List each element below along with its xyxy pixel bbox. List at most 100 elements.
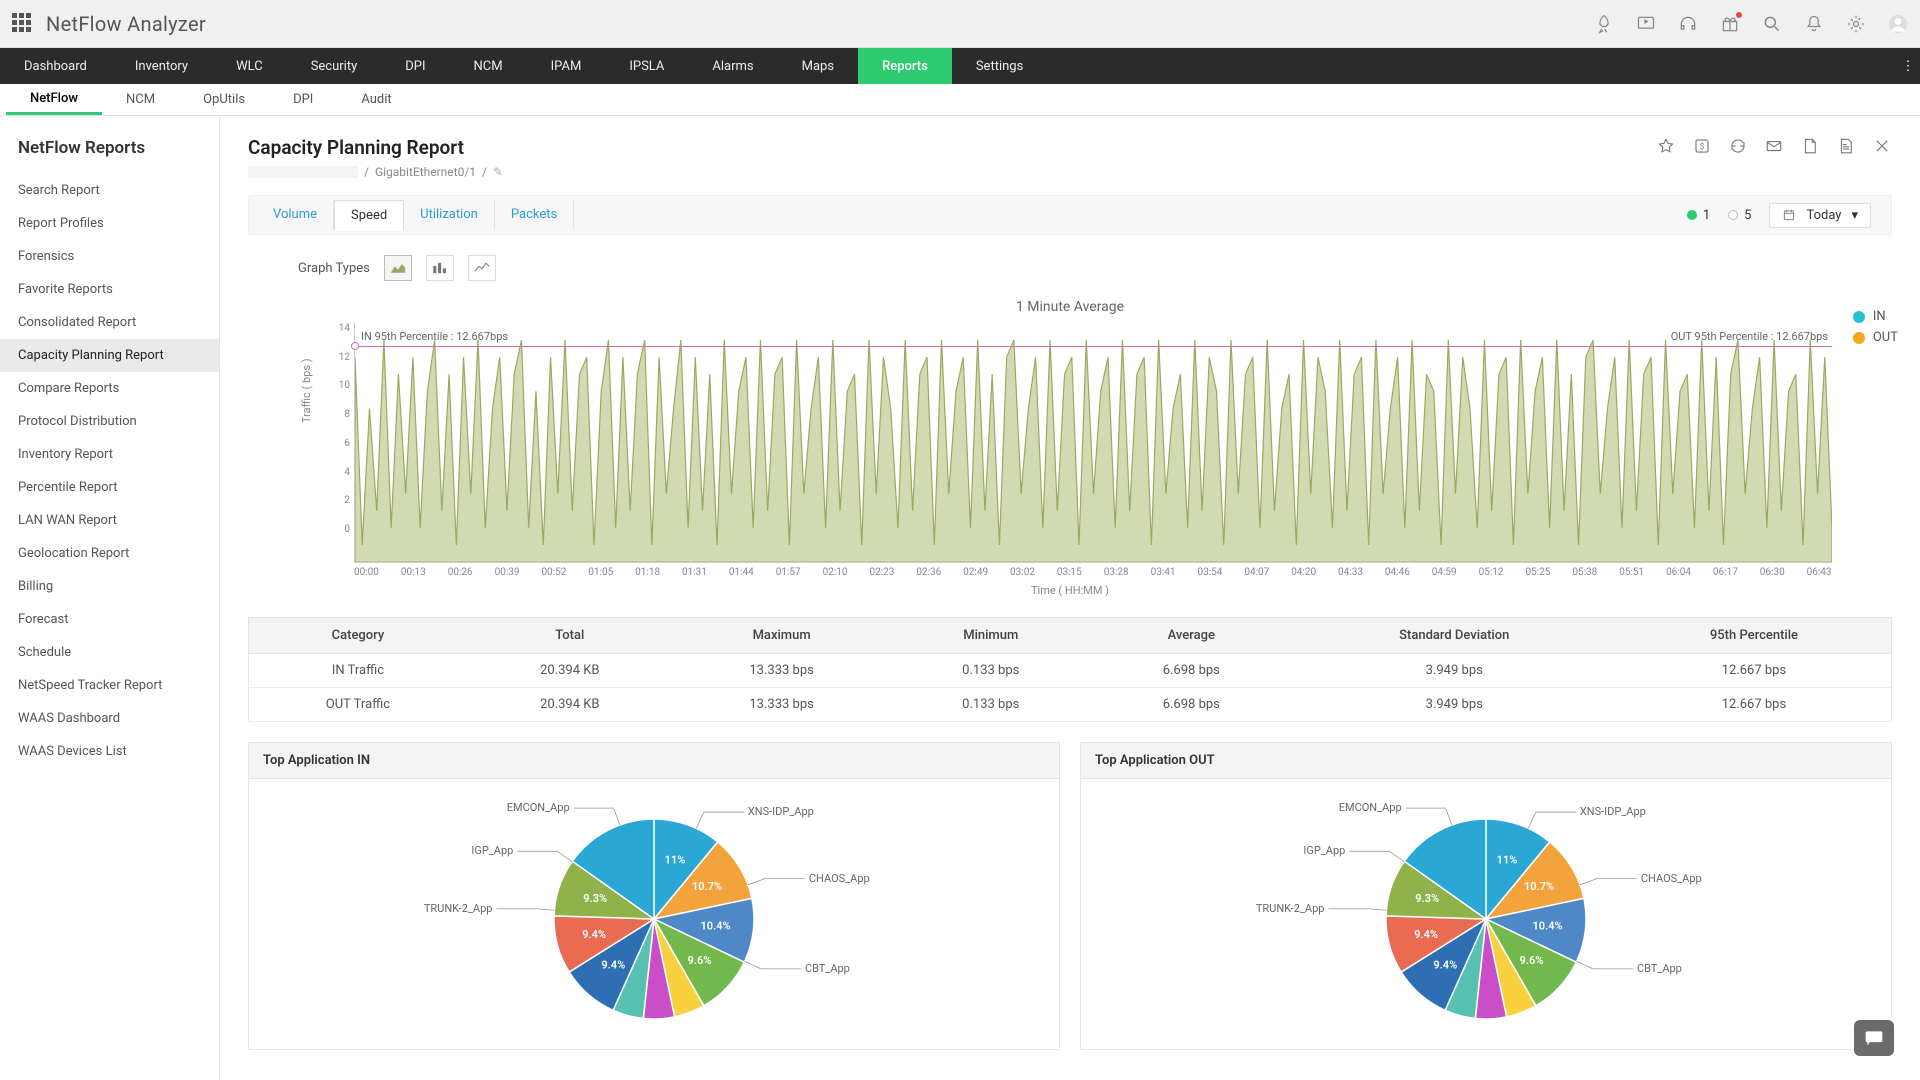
pie-slice-label: EMCON_App — [1339, 801, 1402, 814]
nav2-item-audit[interactable]: Audit — [337, 84, 415, 115]
report-metric-tabs: VolumeSpeedUtilizationPackets 1 5 Today … — [248, 195, 1892, 235]
sidebar-item-billing[interactable]: Billing — [0, 570, 219, 603]
edit-pencil-icon[interactable]: ✎ — [493, 165, 503, 179]
svg-text:10.7%: 10.7% — [692, 880, 722, 893]
graph-type-area-button[interactable] — [384, 255, 412, 281]
sidebar-item-report-profiles[interactable]: Report Profiles — [0, 207, 219, 240]
sample-badge-5[interactable]: 5 — [1728, 208, 1751, 223]
graph-type-bar-button[interactable] — [426, 255, 454, 281]
in-95th-label: IN 95th Percentile : 12.667bps — [361, 330, 508, 343]
date-range-label: Today — [1806, 208, 1841, 223]
table-header: 95th Percentile — [1617, 618, 1892, 654]
nav1-item-dashboard[interactable]: Dashboard — [0, 48, 111, 84]
rocket-icon[interactable] — [1594, 14, 1614, 34]
sidebar-item-forecast[interactable]: Forecast — [0, 603, 219, 636]
breadcrumb-interface: GigabitEthernet0/1 — [375, 165, 476, 179]
chart-title: 1 Minute Average — [308, 299, 1832, 315]
nav1-item-alarms[interactable]: Alarms — [688, 48, 777, 84]
svg-text:9.3%: 9.3% — [583, 892, 607, 905]
nav1-item-ipam[interactable]: IPAM — [527, 48, 606, 84]
chart-plot-area[interactable]: IN 95th Percentile : 12.667bps OUT 95th … — [354, 323, 1832, 563]
topbar: NetFlow Analyzer — [0, 0, 1920, 48]
sidebar-item-percentile-report[interactable]: Percentile Report — [0, 471, 219, 504]
calendar-icon — [1782, 208, 1796, 222]
table-header: Total — [467, 618, 673, 654]
sidebar-item-consolidated-report[interactable]: Consolidated Report — [0, 306, 219, 339]
close-icon[interactable] — [1872, 136, 1892, 156]
pie-slice-label: TRUNK-2_App — [1256, 902, 1325, 915]
csv-icon[interactable] — [1836, 136, 1856, 156]
nav-overflow-icon[interactable]: ⋮ — [1896, 48, 1920, 84]
avatar-icon[interactable] — [1888, 14, 1908, 34]
nav1-item-ipsla[interactable]: IPSLA — [605, 48, 688, 84]
chart-x-label: Time ( HH:MM ) — [308, 584, 1832, 597]
nav2-item-dpi[interactable]: DPI — [269, 84, 337, 115]
pie-slice-label: CBT_App — [1637, 962, 1682, 975]
chat-fab-button[interactable] — [1854, 1020, 1894, 1056]
svg-text:9.3%: 9.3% — [1415, 892, 1439, 905]
nav1-item-maps[interactable]: Maps — [778, 48, 858, 84]
metric-tab-volume[interactable]: Volume — [257, 200, 334, 230]
sidebar-item-favorite-reports[interactable]: Favorite Reports — [0, 273, 219, 306]
sidebar-item-schedule[interactable]: Schedule — [0, 636, 219, 669]
sidebar-item-compare-reports[interactable]: Compare Reports — [0, 372, 219, 405]
table-header: Category — [249, 618, 467, 654]
pdf-icon[interactable] — [1800, 136, 1820, 156]
headset-icon[interactable] — [1678, 14, 1698, 34]
nav2-item-oputils[interactable]: OpUtils — [179, 84, 269, 115]
nav1-item-inventory[interactable]: Inventory — [111, 48, 212, 84]
nav1-item-wlc[interactable]: WLC — [212, 48, 287, 84]
sidebar-item-protocol-distribution[interactable]: Protocol Distribution — [0, 405, 219, 438]
date-range-picker[interactable]: Today ▾ — [1769, 203, 1871, 228]
traffic-chart: 1 Minute Average Traffic ( bps ) 1412108… — [248, 289, 1892, 597]
nav1-item-dpi[interactable]: DPI — [381, 48, 449, 84]
star-icon[interactable] — [1656, 136, 1676, 156]
nav2-item-ncm[interactable]: NCM — [102, 84, 179, 115]
search-icon[interactable] — [1762, 14, 1782, 34]
page-title: Capacity Planning Report — [248, 136, 503, 159]
nav1-item-settings[interactable]: Settings — [952, 48, 1047, 84]
sidebar-item-geolocation-report[interactable]: Geolocation Report — [0, 537, 219, 570]
pie-slice-label: TRUNK-2_App — [424, 902, 493, 915]
metric-tab-speed[interactable]: Speed — [334, 200, 404, 231]
sidebar-item-forensics[interactable]: Forensics — [0, 240, 219, 273]
sidebar-item-capacity-planning-report[interactable]: Capacity Planning Report — [0, 339, 219, 372]
apps-grid-icon[interactable] — [12, 13, 34, 35]
sidebar-item-inventory-report[interactable]: Inventory Report — [0, 438, 219, 471]
nav1-item-reports[interactable]: Reports — [858, 48, 952, 84]
metric-tab-utilization[interactable]: Utilization — [404, 200, 495, 230]
sidebar-item-netspeed-tracker-report[interactable]: NetSpeed Tracker Report — [0, 669, 219, 702]
gear-icon[interactable] — [1846, 14, 1866, 34]
top-app-in-panel: Top Application IN 11%10.7%10.4%9.6%9.4%… — [248, 742, 1060, 1050]
svg-text:11%: 11% — [1497, 854, 1518, 867]
sidebar: NetFlow Reports Search ReportReport Prof… — [0, 116, 220, 1080]
present-icon[interactable] — [1636, 14, 1656, 34]
bell-icon[interactable] — [1804, 14, 1824, 34]
pie-slice-label: IGP_App — [471, 844, 513, 857]
mail-icon[interactable] — [1764, 136, 1784, 156]
sidebar-title: NetFlow Reports — [0, 132, 219, 174]
app-title: NetFlow Analyzer — [46, 12, 206, 36]
refresh-icon[interactable] — [1728, 136, 1748, 156]
breadcrumb: / GigabitEthernet0/1 / ✎ — [248, 165, 503, 179]
table-header: Average — [1091, 618, 1292, 654]
breadcrumb-device — [248, 166, 358, 178]
pie-slice-label: XNS-IDP_App — [748, 805, 814, 818]
nav1-item-ncm[interactable]: NCM — [450, 48, 527, 84]
svg-text:9.6%: 9.6% — [1520, 954, 1544, 967]
sample-badge-1[interactable]: 1 — [1687, 208, 1710, 223]
metric-tab-packets[interactable]: Packets — [495, 200, 574, 230]
table-header: Minimum — [891, 618, 1092, 654]
cost-icon[interactable]: $ — [1692, 136, 1712, 156]
sidebar-item-lan-wan-report[interactable]: LAN WAN Report — [0, 504, 219, 537]
sidebar-item-waas-dashboard[interactable]: WAAS Dashboard — [0, 702, 219, 735]
gift-icon[interactable] — [1720, 14, 1740, 34]
sidebar-item-search-report[interactable]: Search Report — [0, 174, 219, 207]
svg-text:10.7%: 10.7% — [1524, 880, 1554, 893]
primary-nav: DashboardInventoryWLCSecurityDPINCMIPAMI… — [0, 48, 1920, 84]
graph-type-line-button[interactable] — [468, 255, 496, 281]
nav1-item-security[interactable]: Security — [287, 48, 382, 84]
panel-title: Top Application OUT — [1081, 743, 1891, 779]
sidebar-item-waas-devices-list[interactable]: WAAS Devices List — [0, 735, 219, 768]
nav2-item-netflow[interactable]: NetFlow — [6, 84, 102, 115]
